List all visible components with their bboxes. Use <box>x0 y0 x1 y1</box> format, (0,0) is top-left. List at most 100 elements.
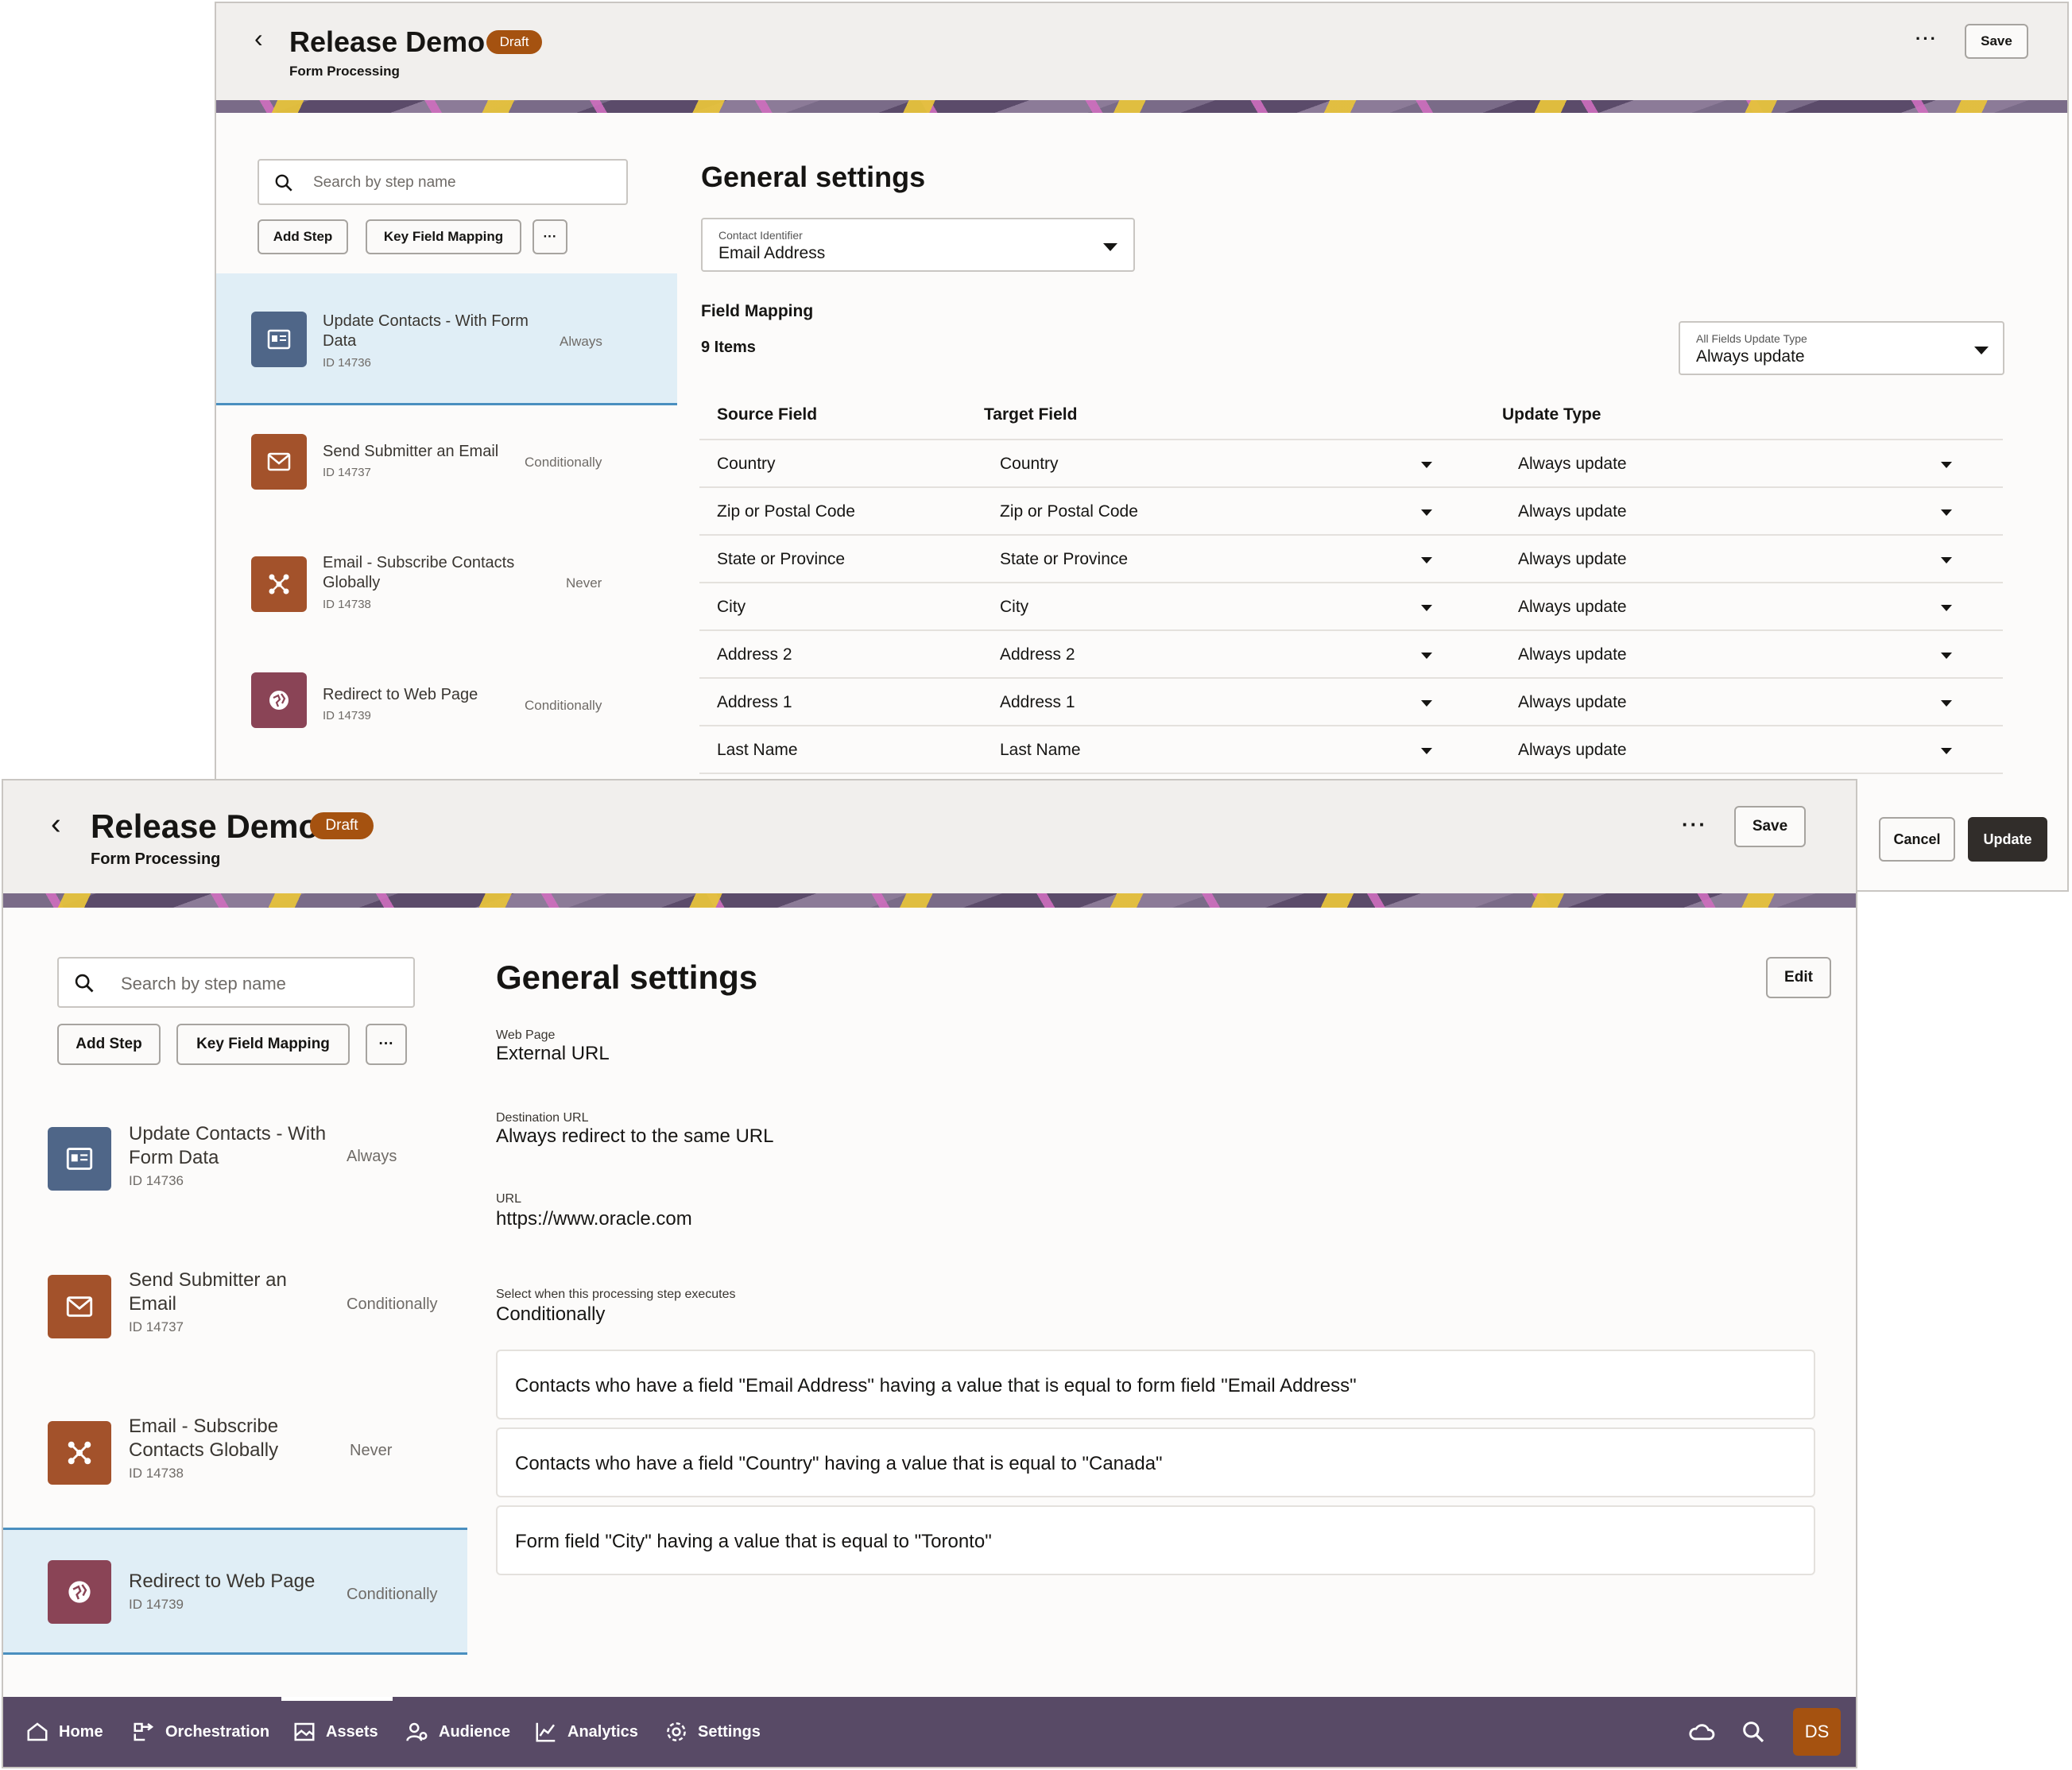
general-settings-heading: General settings <box>701 161 926 193</box>
key-field-mapping-button[interactable]: Key Field Mapping <box>366 219 521 254</box>
step-item-update-contacts[interactable]: Update Contacts - With Form Data ID 1473… <box>216 273 677 405</box>
source-field: Address 1 <box>717 693 792 711</box>
step-item-redirect[interactable]: Redirect to Web Page ID 14739 Conditiona… <box>3 1528 467 1655</box>
step-name: Send Submitter an Email <box>129 1269 287 1315</box>
app-header: ‹ Release Demo Draft Form Processing ···… <box>216 3 2067 100</box>
cloud-icon[interactable] <box>1688 1719 1715 1743</box>
step-condition: Never <box>350 1442 393 1459</box>
page-title: Release Demo <box>91 808 320 845</box>
table-row: State or Province State or Province Alwa… <box>699 536 2003 583</box>
all-fields-update-type-select[interactable]: All Fields Update Type Always update <box>1679 321 2004 375</box>
decorative-banner <box>216 100 2067 113</box>
status-badge: Draft <box>486 30 542 54</box>
chevron-down-icon[interactable] <box>1941 462 1952 468</box>
field-value: Always redirect to the same URL <box>496 1125 774 1147</box>
column-header-update: Update Type <box>1502 405 1601 424</box>
step-item-send-email[interactable]: Send Submitter an Email ID 14737 Conditi… <box>3 1240 467 1375</box>
search-input[interactable]: Search by step name <box>258 159 628 205</box>
add-step-button[interactable]: Add Step <box>57 1024 161 1065</box>
update-type-select[interactable]: Always update <box>1518 550 1627 569</box>
nav-item-settings[interactable]: Settings <box>664 1697 761 1767</box>
avatar[interactable]: DS <box>1793 1708 1841 1756</box>
all-fields-update-label: All Fields Update Type <box>1696 332 1807 345</box>
chevron-down-icon[interactable] <box>1421 748 1432 754</box>
step-id: ID 14737 <box>323 466 371 479</box>
target-field-select[interactable]: State or Province <box>1000 550 1128 569</box>
network-icon <box>48 1421 111 1485</box>
chevron-down-icon[interactable] <box>1421 509 1432 516</box>
field-label: Destination URL <box>496 1111 589 1125</box>
search-icon[interactable] <box>1741 1719 1766 1745</box>
search-input[interactable]: Search by step name <box>57 957 415 1008</box>
target-field-select[interactable]: Zip or Postal Code <box>1000 502 1138 521</box>
nav-item-audience[interactable]: Audience <box>405 1697 510 1767</box>
rule-text: Contacts who have a field "Country" havi… <box>515 1453 1163 1474</box>
contact-identifier-select[interactable]: Contact Identifier Email Address <box>701 218 1135 272</box>
update-type-select[interactable]: Always update <box>1518 693 1627 712</box>
chevron-down-icon[interactable] <box>1941 748 1952 754</box>
update-type-select[interactable]: Always update <box>1518 741 1627 760</box>
step-item-redirect[interactable]: Redirect to Web Page ID 14739 Conditiona… <box>216 655 677 766</box>
step-condition: Always <box>560 334 602 349</box>
app-header: ‹ Release Demo Draft Form Processing ···… <box>3 780 1856 893</box>
more-actions-icon[interactable]: ··· <box>1915 29 1938 49</box>
field-value: External URL <box>496 1043 610 1064</box>
back-chevron-icon[interactable]: ‹ <box>51 808 61 842</box>
more-actions-icon[interactable]: ··· <box>1682 812 1707 837</box>
back-chevron-icon[interactable]: ‹ <box>254 24 263 53</box>
update-type-select[interactable]: Always update <box>1518 598 1627 617</box>
update-button[interactable]: Update <box>1968 817 2047 862</box>
cancel-button[interactable]: Cancel <box>1879 817 1955 862</box>
more-options-button[interactable]: ··· <box>366 1024 407 1065</box>
nav-label: Home <box>59 1722 103 1741</box>
source-field: Zip or Postal Code <box>717 502 855 521</box>
web-globe-icon <box>251 672 307 728</box>
target-field-select[interactable]: Address 1 <box>1000 693 1075 712</box>
save-button[interactable]: Save <box>1734 806 1806 847</box>
update-type-select[interactable]: Always update <box>1518 502 1627 521</box>
chevron-down-icon[interactable] <box>1421 557 1432 564</box>
chevron-down-icon[interactable] <box>1941 605 1952 611</box>
nav-item-assets[interactable]: Assets <box>292 1697 378 1767</box>
update-type-select[interactable]: Always update <box>1518 645 1627 664</box>
target-field-select[interactable]: City <box>1000 598 1028 617</box>
contact-identifier-label: Contact Identifier <box>718 229 803 242</box>
nav-label: Orchestration <box>165 1722 270 1741</box>
step-item-subscribe-contacts[interactable]: Email - Subscribe Contacts Globally ID 1… <box>3 1386 467 1521</box>
chevron-down-icon[interactable] <box>1941 700 1952 707</box>
chevron-down-icon[interactable] <box>1941 557 1952 564</box>
chevron-down-icon[interactable] <box>1421 462 1432 468</box>
condition-rule: Contacts who have a field "Country" havi… <box>496 1427 1815 1497</box>
target-field-select[interactable]: Country <box>1000 455 1059 474</box>
rule-text: Form field "City" having a value that is… <box>515 1531 992 1552</box>
step-condition: Conditionally <box>525 455 602 470</box>
chevron-down-icon[interactable] <box>1941 653 1952 659</box>
step-item-update-contacts[interactable]: Update Contacts - With Form Data ID 1473… <box>3 1092 467 1227</box>
edit-button[interactable]: Edit <box>1766 957 1831 998</box>
nav-item-orchestration[interactable]: Orchestration <box>132 1697 269 1767</box>
analytics-icon <box>536 1722 556 1742</box>
target-field-select[interactable]: Last Name <box>1000 741 1081 760</box>
step-name: Redirect to Web Page <box>323 686 478 703</box>
step-item-send-email[interactable]: Send Submitter an Email ID 14737 Conditi… <box>216 409 677 520</box>
contact-card-icon <box>48 1127 111 1191</box>
chevron-down-icon[interactable] <box>1941 509 1952 516</box>
step-item-subscribe-contacts[interactable]: Email - Subscribe Contacts Globally ID 1… <box>216 528 677 647</box>
nav-item-home[interactable]: Home <box>25 1697 103 1767</box>
add-step-button[interactable]: Add Step <box>258 219 348 254</box>
home-icon <box>27 1722 48 1741</box>
save-button[interactable]: Save <box>1965 24 2028 59</box>
key-field-mapping-button[interactable]: Key Field Mapping <box>176 1024 350 1065</box>
contact-card-icon <box>251 312 307 367</box>
more-options-button[interactable]: ··· <box>533 219 567 254</box>
chevron-down-icon[interactable] <box>1421 700 1432 707</box>
step-name: Send Submitter an Email <box>323 443 499 460</box>
target-field-select[interactable]: Address 2 <box>1000 645 1075 664</box>
step-name: Email - Subscribe Contacts Globally <box>323 554 515 591</box>
condition-rule: Contacts who have a field "Email Address… <box>496 1350 1815 1419</box>
step-id: ID 14737 <box>129 1319 184 1334</box>
nav-item-analytics[interactable]: Analytics <box>534 1697 638 1767</box>
chevron-down-icon[interactable] <box>1421 605 1432 611</box>
chevron-down-icon[interactable] <box>1421 653 1432 659</box>
update-type-select[interactable]: Always update <box>1518 455 1627 474</box>
